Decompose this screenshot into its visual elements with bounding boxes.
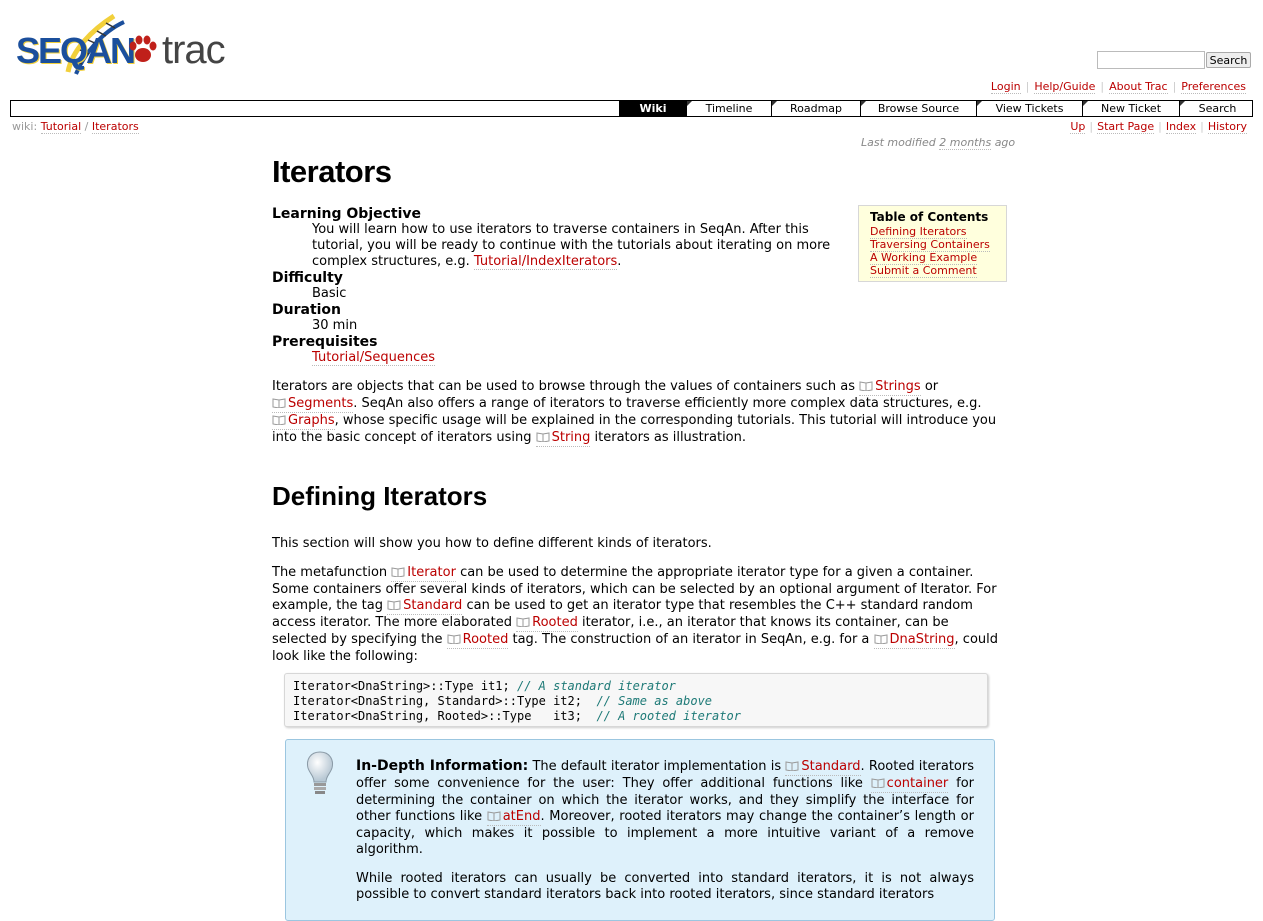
about-trac-link[interactable]: About Trac — [1109, 80, 1168, 94]
nav-browse-source[interactable]: Browse Source — [860, 101, 976, 116]
page-title: Iterators — [272, 154, 392, 189]
lightbulb-icon — [307, 751, 333, 794]
section-intro: This section will show you how to define… — [272, 536, 712, 551]
tutorial-info-list: Learning Objective You will learn how to… — [272, 206, 842, 366]
doc-link-rooted-tag[interactable]: Rooted — [446, 632, 509, 649]
section-title-defining-iterators: Defining Iterators — [272, 481, 488, 511]
nav-wiki[interactable]: Wiki — [619, 101, 686, 116]
doc-link-container[interactable]: container — [870, 776, 949, 793]
doc-link-segments[interactable]: Segments — [272, 396, 354, 413]
definition-learning-objective: You will learn how to use iterators to t… — [312, 222, 831, 270]
book-icon — [874, 634, 888, 644]
book-icon — [785, 761, 799, 771]
term-duration: Duration — [272, 302, 342, 318]
preferences-link[interactable]: Preferences — [1181, 80, 1246, 94]
book-icon — [272, 415, 286, 425]
book-icon — [536, 432, 550, 442]
term-difficulty: Difficulty — [272, 270, 343, 286]
last-modified-age-link[interactable]: 2 months — [939, 136, 992, 150]
doc-link-standard[interactable]: Standard — [387, 598, 463, 615]
doc-link-atend[interactable]: atEnd — [486, 809, 541, 826]
nav-roadmap[interactable]: Roadmap — [771, 101, 860, 116]
link-tutorial-sequences[interactable]: Tutorial/Sequences — [312, 350, 436, 366]
info-paragraph-2: While rooted iterators can usually be co… — [356, 871, 974, 902]
search-button[interactable]: Search — [1206, 52, 1251, 68]
book-icon — [447, 634, 461, 644]
link-tutorial-indexiterators[interactable]: Tutorial/IndexIterators — [473, 254, 618, 270]
ctx-up-link[interactable]: Up — [1070, 120, 1086, 134]
doc-link-string[interactable]: String — [535, 430, 591, 447]
toc-item[interactable]: A Working Example — [870, 251, 978, 265]
code-block: Iterator<DnaString>::Type it1; // A stan… — [284, 673, 988, 727]
last-modified: Last modified 2 months ago — [861, 136, 1016, 150]
metafunction-paragraph: The metafunction Iterator can be used to… — [272, 565, 999, 664]
info-text: In-Depth Information: The default iterat… — [356, 758, 974, 902]
nav-timeline[interactable]: Timeline — [686, 101, 771, 116]
ctx-history-link[interactable]: History — [1207, 120, 1247, 134]
nav-search[interactable]: Search — [1179, 101, 1255, 116]
breadcrumb: wiki: Tutorial / Iterators — [12, 120, 139, 134]
logo-brand: SEQAN — [16, 30, 136, 71]
definition-prerequisites: Tutorial/Sequences — [272, 350, 842, 366]
breadcrumb-tutorial[interactable]: Tutorial — [40, 120, 82, 134]
in-depth-info-box: In-Depth Information: The default iterat… — [285, 739, 995, 921]
doc-link-strings[interactable]: Strings — [859, 379, 921, 396]
table-of-contents: Table of Contents Defining Iterators Tra… — [858, 205, 1007, 282]
book-icon — [272, 398, 286, 408]
doc-link-dnastring[interactable]: DnaString — [873, 632, 955, 649]
book-icon — [387, 600, 401, 610]
paw-icon — [129, 35, 157, 62]
nav-view-tickets[interactable]: View Tickets — [976, 101, 1082, 116]
help-guide-link[interactable]: Help/Guide — [1034, 80, 1096, 94]
search-input[interactable] — [1097, 51, 1205, 69]
book-icon — [859, 381, 873, 391]
toc-item[interactable]: Traversing Containers — [870, 238, 990, 252]
doc-link-standard-info[interactable]: Standard — [785, 759, 861, 776]
code-line: Iterator<DnaString>::Type it1; // A stan… — [293, 679, 676, 693]
meta-nav: Login | Help/Guide | About Trac | Preferences — [990, 80, 1246, 94]
definition-duration: 30 min — [312, 318, 358, 333]
term-prerequisites: Prerequisites — [272, 334, 378, 350]
book-icon — [487, 811, 501, 821]
code-line: Iterator<DnaString, Standard>::Type it2;… — [293, 694, 713, 708]
ctx-index-link[interactable]: Index — [1165, 120, 1197, 134]
context-nav: Up | Start Page | Index | History — [1070, 120, 1247, 134]
info-heading: In-Depth Information: — [356, 758, 529, 774]
intro-paragraph: Iterators are objects that can be used t… — [272, 379, 997, 447]
breadcrumb-iterators[interactable]: Iterators — [91, 120, 139, 134]
doc-link-iterator[interactable]: Iterator — [391, 565, 456, 582]
term-learning-objective: Learning Objective — [272, 206, 422, 222]
login-link[interactable]: Login — [990, 80, 1021, 94]
breadcrumb-sep: / — [84, 120, 89, 133]
doc-link-rooted[interactable]: Rooted — [516, 615, 578, 632]
definition-difficulty: Basic — [312, 286, 347, 301]
code-line: Iterator<DnaString, Rooted>::Type it3; /… — [293, 709, 741, 723]
book-icon — [516, 617, 530, 627]
seqan-trac-logo[interactable]: SEQAN trac — [14, 10, 229, 80]
logo-product: trac — [162, 28, 226, 72]
toc-item[interactable]: Submit a Comment — [870, 264, 977, 278]
breadcrumb-prefix: wiki: — [12, 120, 38, 133]
main-nav: Wiki Timeline Roadmap Browse Source View… — [10, 100, 1253, 117]
ctx-start-page-link[interactable]: Start Page — [1097, 120, 1155, 134]
nav-new-ticket[interactable]: New Ticket — [1082, 101, 1179, 116]
doc-link-graphs[interactable]: Graphs — [272, 413, 335, 430]
book-icon — [871, 778, 885, 788]
toc-title: Table of Contents — [870, 210, 989, 224]
book-icon — [391, 567, 405, 577]
toc-item[interactable]: Defining Iterators — [870, 225, 967, 239]
